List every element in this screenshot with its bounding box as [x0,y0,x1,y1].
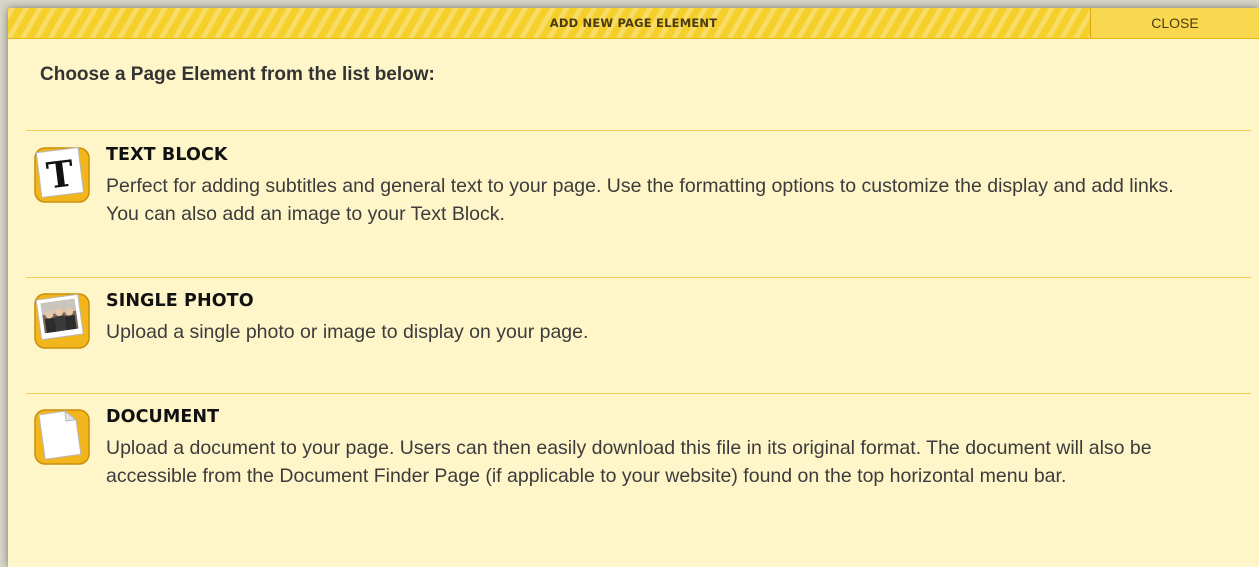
element-title: TEXT BLOCK [106,145,228,165]
element-description: Upload a single photo or image to displa… [106,321,589,343]
add-page-element-dialog: ADD NEW PAGE ELEMENT CLOSE Choose a Page… [8,8,1259,567]
svg-text:T: T [44,152,76,197]
element-title: SINGLE PHOTO [106,291,254,311]
divider [26,277,1251,278]
text-block-icon: T [34,147,90,203]
close-button[interactable]: CLOSE [1090,8,1259,38]
element-title: DOCUMENT [106,407,220,427]
intro-text: Choose a Page Element from the list belo… [40,64,435,85]
divider [26,130,1251,131]
element-description: Upload a document to your page. Users ca… [106,437,1152,487]
document-icon [34,409,90,465]
photo-icon [34,293,90,349]
dialog-titlebar: ADD NEW PAGE ELEMENT CLOSE [8,8,1259,39]
dialog-title: ADD NEW PAGE ELEMENT [549,16,718,30]
element-description: Perfect for adding subtitles and general… [106,175,1174,225]
divider [26,393,1251,394]
